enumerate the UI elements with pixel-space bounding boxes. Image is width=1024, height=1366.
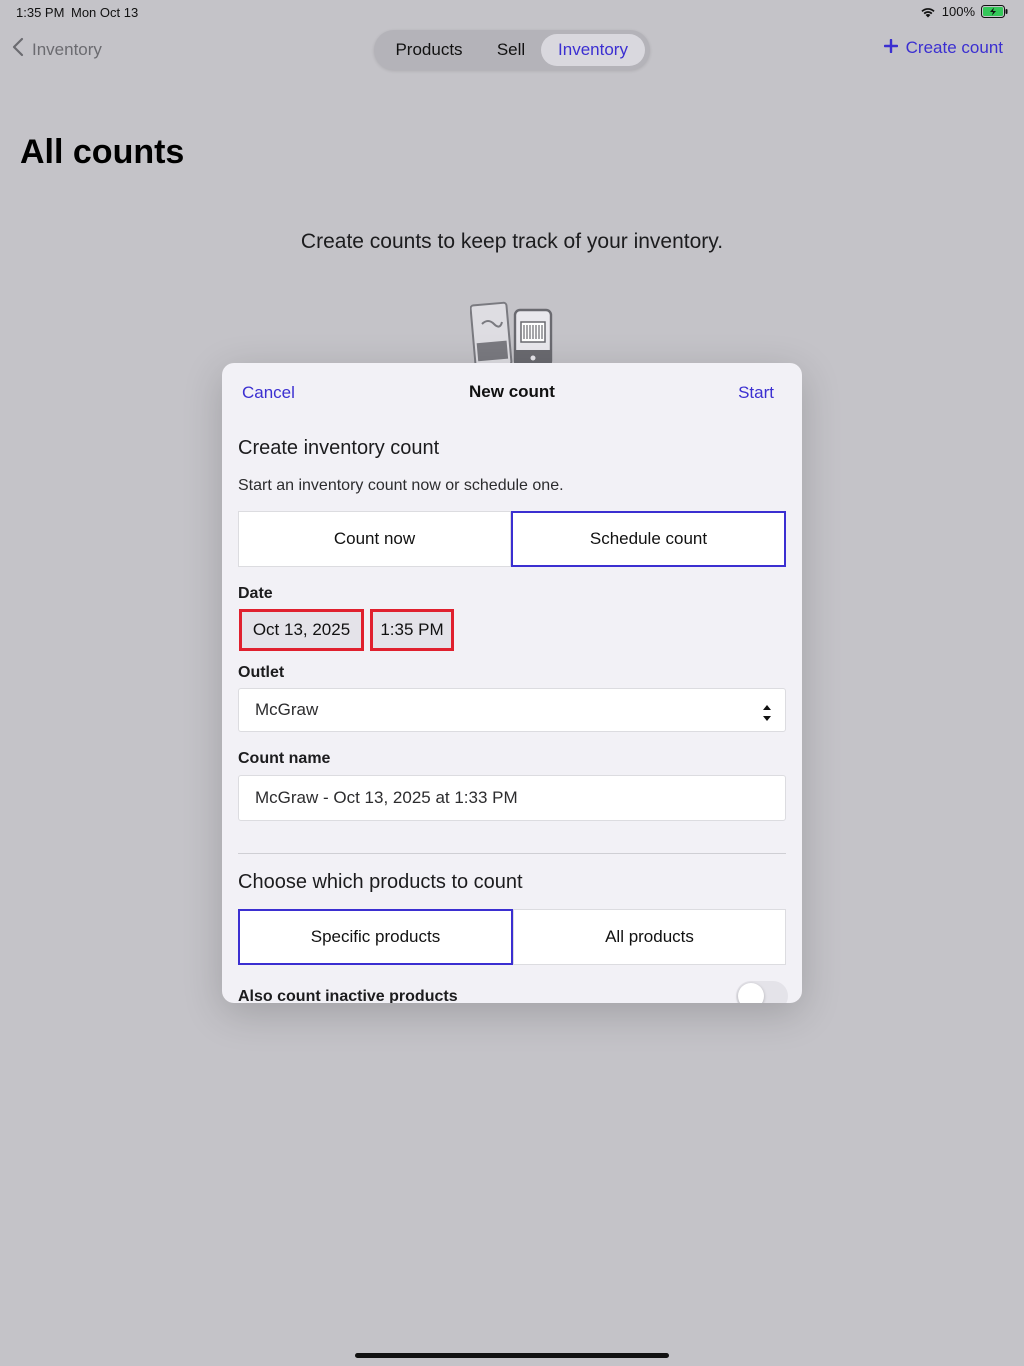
new-count-modal: Cancel New count Start Create inventory … — [222, 363, 802, 1003]
inventory-scan-illustration-icon — [469, 300, 560, 371]
all-products-option[interactable]: All products — [513, 909, 786, 965]
count-name-input[interactable]: McGraw - Oct 13, 2025 at 1:33 PM — [238, 775, 786, 821]
chevron-left-icon — [12, 37, 24, 62]
outlet-value: McGraw — [255, 700, 319, 719]
tab-inventory[interactable]: Inventory — [541, 34, 645, 66]
tab-products[interactable]: Products — [384, 34, 474, 66]
inactive-products-label: Also count inactive products — [238, 988, 458, 1003]
wifi-icon — [920, 6, 936, 18]
schedule-count-option[interactable]: Schedule count — [511, 511, 786, 567]
outlet-label: Outlet — [238, 664, 285, 681]
back-label: Inventory — [32, 39, 102, 59]
create-inventory-count-heading: Create inventory count — [238, 437, 440, 459]
date-label: Date — [238, 585, 273, 602]
create-count-button[interactable]: Create count — [883, 38, 1003, 58]
battery-percentage: 100% — [941, 4, 975, 19]
empty-state-message: Create counts to keep track of your inve… — [300, 230, 724, 253]
products-scope-selector: Specific products All products — [238, 909, 786, 965]
create-count-subtitle: Start an inventory count now or schedule… — [238, 477, 564, 494]
inactive-products-toggle[interactable] — [736, 981, 788, 1003]
outlet-select[interactable]: McGraw — [238, 688, 786, 732]
battery-charging-icon — [981, 5, 1008, 18]
count-now-option[interactable]: Count now — [238, 511, 511, 567]
plus-icon — [883, 38, 898, 58]
time-picker-button[interactable]: 1:35 PM — [370, 609, 454, 651]
select-arrows-icon — [761, 699, 773, 741]
start-button[interactable]: Start — [738, 383, 774, 403]
back-button[interactable]: Inventory — [12, 37, 102, 62]
modal-title: New count — [469, 382, 555, 401]
choose-products-heading: Choose which products to count — [238, 871, 523, 893]
page-title: All counts — [20, 133, 185, 171]
status-time: 1:35 PM — [16, 5, 65, 20]
status-bar: 1:35 PM Mon Oct 13 100% — [0, 0, 1024, 24]
home-indicator[interactable] — [355, 1353, 669, 1358]
status-date: Mon Oct 13 — [71, 5, 139, 20]
toggle-knob — [738, 983, 764, 1003]
create-count-label: Create count — [905, 38, 1003, 57]
count-mode-selector: Count now Schedule count — [238, 511, 786, 567]
section-divider — [238, 853, 786, 854]
specific-products-option[interactable]: Specific products — [238, 909, 513, 965]
tab-sell[interactable]: Sell — [486, 34, 536, 66]
main-tab-bar: Products Sell Inventory — [374, 30, 650, 70]
date-picker-button[interactable]: Oct 13, 2025 — [239, 609, 364, 651]
status-indicators: 100% — [920, 4, 1008, 19]
count-name-label: Count name — [238, 750, 331, 767]
